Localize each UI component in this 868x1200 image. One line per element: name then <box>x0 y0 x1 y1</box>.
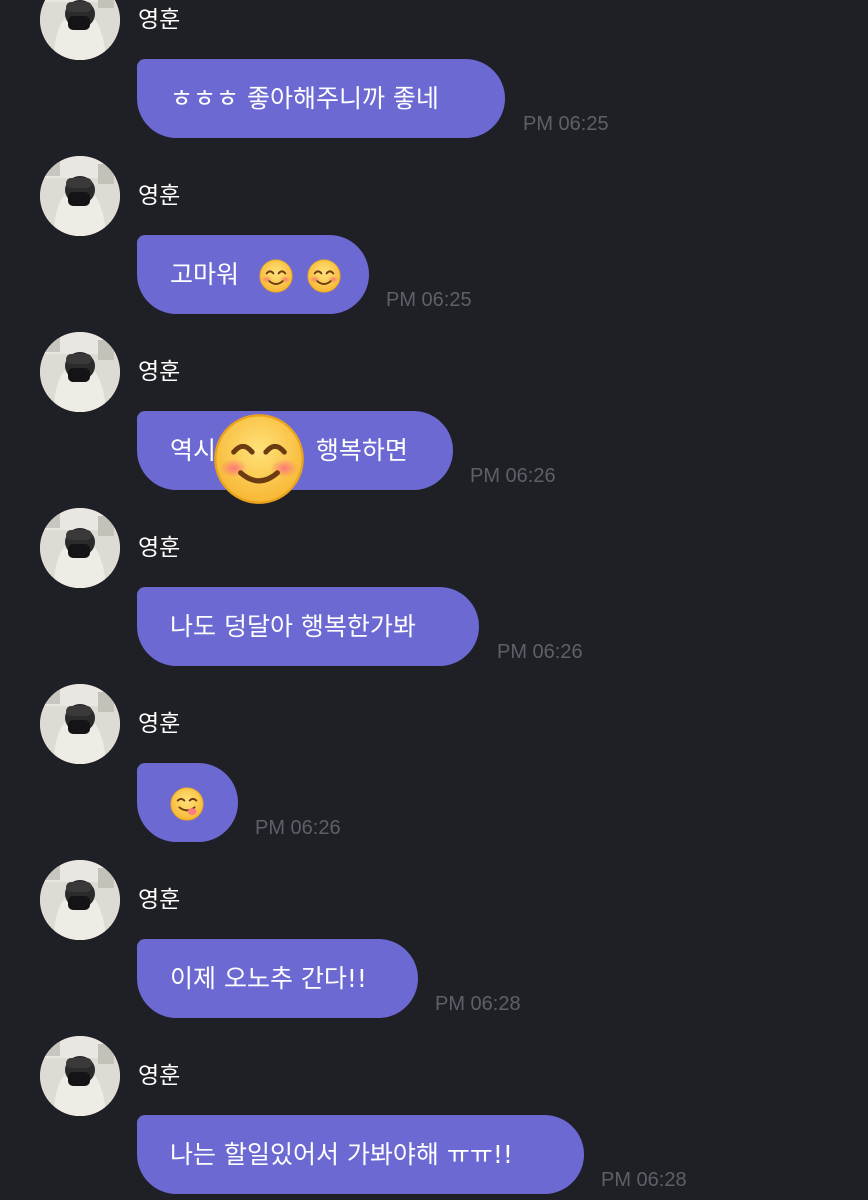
sender-name: 영훈 <box>138 1063 181 1089</box>
message-text: 나는 할일있어서 가봐야해 ㅠㅠ!! <box>170 1140 513 1169</box>
avatar[interactable] <box>40 332 120 412</box>
message-bubble[interactable]: 나도 덩달아 행복한가봐 <box>137 587 479 666</box>
avatar[interactable] <box>40 860 120 940</box>
sender-name: 영훈 <box>138 359 181 385</box>
message-timestamp: PM 06:25 <box>523 113 609 135</box>
chat-message: 영훈 이제 오노추 간다!! PM 06:28 <box>0 860 868 1036</box>
message-text-start: 역시 <box>170 436 217 465</box>
chat-message: 영훈 역시 행복하면 PM 06:26 <box>0 332 868 508</box>
chat-message: 영훈 PM 06:26 <box>0 684 868 860</box>
message-text: 나도 덩달아 행복한가봐 <box>170 612 416 641</box>
avatar[interactable] <box>40 508 120 588</box>
sender-name: 영훈 <box>138 183 181 209</box>
message-bubble[interactable]: 나는 할일있어서 가봐야해 ㅠㅠ!! <box>137 1115 584 1194</box>
message-text: 고마워 <box>170 260 240 289</box>
avatar[interactable] <box>40 1036 120 1116</box>
message-timestamp: PM 06:26 <box>497 641 583 663</box>
avatar[interactable] <box>40 0 120 60</box>
message-bubble[interactable]: 고마워 <box>137 235 369 314</box>
message-text: ㅎㅎㅎ 좋아해주니까 좋네 <box>170 84 439 113</box>
chat-message: 영훈 나도 덩달아 행복한가봐 PM 06:26 <box>0 508 868 684</box>
yum-emoji-icon <box>170 787 204 821</box>
message-text-end: 행복하면 <box>315 436 408 465</box>
smiling-blush-emoji-icon <box>307 259 341 293</box>
avatar[interactable] <box>40 156 120 236</box>
message-timestamp: PM 06:26 <box>470 465 556 487</box>
sender-name: 영훈 <box>138 535 181 561</box>
message-timestamp: PM 06:26 <box>255 817 341 839</box>
sender-name: 영훈 <box>138 711 181 737</box>
smiling-blush-emoji-sticker-icon <box>213 413 305 505</box>
chat-message: 영훈 고마워 PM 06:25 <box>0 156 868 332</box>
sender-name: 영훈 <box>138 887 181 913</box>
chat-message: 영훈 나는 할일있어서 가봐야해 ㅠㅠ!! PM 06:28 <box>0 1036 868 1200</box>
message-bubble[interactable]: ㅎㅎㅎ 좋아해주니까 좋네 <box>137 59 505 138</box>
message-timestamp: PM 06:25 <box>386 289 472 311</box>
message-timestamp: PM 06:28 <box>435 993 521 1015</box>
message-bubble[interactable] <box>137 763 238 842</box>
message-bubble[interactable]: 이제 오노추 간다!! <box>137 939 418 1018</box>
message-timestamp: PM 06:28 <box>601 1169 687 1191</box>
chat-thread: 영훈 ㅎㅎㅎ 좋아해주니까 좋네 PM 06:25 영훈 고마워 PM 06:2… <box>0 0 868 1200</box>
avatar[interactable] <box>40 684 120 764</box>
message-text: 이제 오노추 간다!! <box>170 964 367 993</box>
sender-name: 영훈 <box>138 7 181 33</box>
chat-message: 영훈 ㅎㅎㅎ 좋아해주니까 좋네 PM 06:25 <box>0 0 868 156</box>
smiling-blush-emoji-icon <box>259 259 293 293</box>
